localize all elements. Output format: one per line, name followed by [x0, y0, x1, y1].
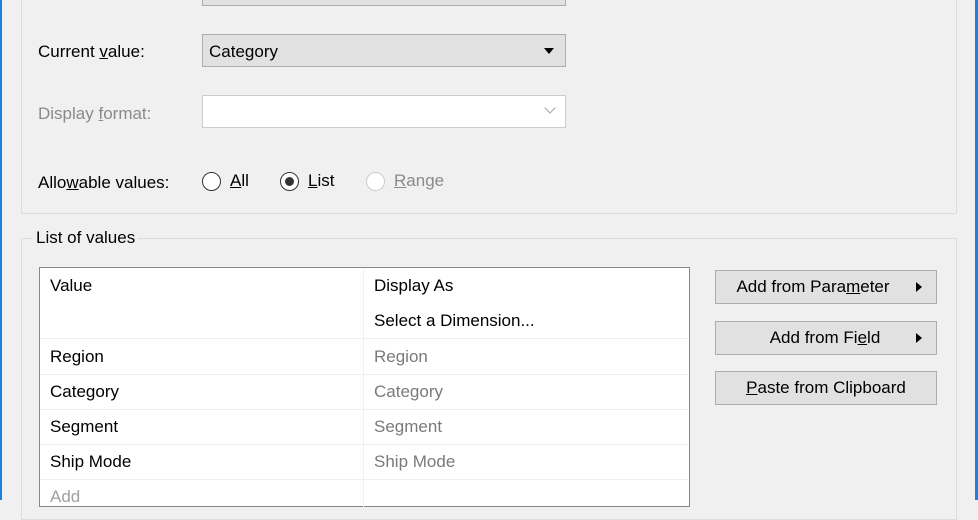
display-as-cell[interactable]: Region — [374, 339, 428, 374]
select-dimension-row[interactable]: Select a Dimension... — [40, 303, 689, 339]
display-format-label: Display format: — [38, 104, 152, 123]
paste-from-clipboard-label: Paste from Clipboard — [746, 378, 906, 397]
edit-parameter-dialog: String Current value: Category Display f… — [0, 0, 978, 520]
list-of-values-legend: List of values — [33, 228, 139, 248]
current-value-text: Category — [209, 42, 278, 61]
allowable-values-label: Allowable values: — [38, 173, 170, 192]
add-from-field-button[interactable]: Add from Field — [715, 321, 937, 355]
table-header-row: Value Display As — [40, 268, 689, 303]
data-type-dropdown[interactable]: String — [202, 0, 566, 6]
display-as-cell[interactable]: Category — [374, 374, 443, 409]
value-cell[interactable]: Region — [50, 339, 104, 374]
submenu-arrow-icon — [916, 333, 922, 343]
display-as-cell[interactable]: Ship Mode — [374, 444, 455, 479]
radio-range[interactable]: Range — [366, 170, 444, 192]
radio-checked-icon — [280, 171, 299, 191]
add-from-field-label: Add from Field — [769, 328, 881, 347]
data-type-value: String — [209, 0, 253, 1]
add-from-parameter-label: Add from Parameter — [736, 277, 890, 296]
value-cell[interactable]: Category — [50, 374, 119, 409]
select-dimension-cell[interactable]: Select a Dimension... — [374, 303, 535, 338]
radio-range-label: Range — [394, 171, 445, 190]
radio-circle-icon — [366, 171, 385, 191]
table-row[interactable]: Region Region — [40, 339, 689, 375]
paste-from-clipboard-button[interactable]: Paste from Clipboard — [715, 371, 937, 405]
add-row[interactable]: Add — [40, 479, 689, 514]
radio-circle-icon — [202, 171, 221, 191]
radio-all-label: All — [230, 171, 249, 190]
table-row[interactable]: Ship Mode Ship Mode — [40, 444, 689, 480]
display-format-dropdown[interactable] — [202, 95, 566, 128]
submenu-arrow-icon — [916, 282, 922, 292]
window-border-left — [0, 0, 2, 500]
value-cell[interactable]: Segment — [50, 409, 118, 444]
add-from-parameter-button[interactable]: Add from Parameter — [715, 270, 937, 304]
radio-list[interactable]: List — [280, 170, 334, 192]
current-value-label: Current value: — [38, 42, 145, 61]
table-row[interactable]: Segment Segment — [40, 409, 689, 445]
display-as-cell[interactable]: Segment — [374, 409, 442, 444]
column-header-value: Value — [50, 276, 93, 295]
current-value-dropdown[interactable]: Category — [202, 34, 566, 67]
add-value-cell[interactable]: Add — [50, 479, 80, 514]
value-cell[interactable]: Ship Mode — [50, 444, 131, 479]
dropdown-arrow-icon — [544, 48, 554, 54]
radio-list-label: List — [308, 171, 335, 190]
chevron-down-icon — [544, 102, 556, 114]
values-table[interactable]: Value Display As Select a Dimension... R… — [39, 267, 690, 508]
column-header-display-as: Display As — [374, 276, 454, 295]
table-row[interactable]: Category Category — [40, 374, 689, 410]
radio-all[interactable]: All — [202, 170, 249, 192]
